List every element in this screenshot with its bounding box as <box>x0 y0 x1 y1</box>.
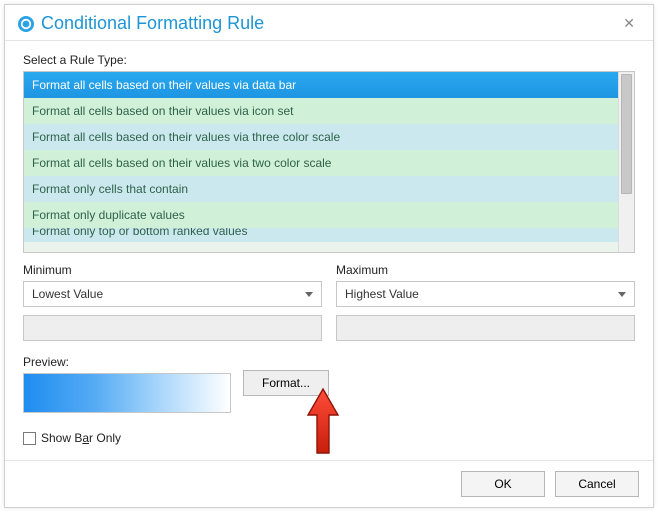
rule-type-label: Select a Rule Type: <box>23 53 635 67</box>
rule-type-item[interactable]: Format all cells based on their values v… <box>24 98 618 124</box>
rule-type-item[interactable]: Format only top or bottom ranked values <box>24 228 618 242</box>
minimum-value-input <box>23 315 322 341</box>
rule-type-item[interactable]: Format all cells based on their values v… <box>24 150 618 176</box>
dialog-footer: OK Cancel <box>5 460 653 507</box>
scroll-thumb[interactable] <box>621 74 632 194</box>
preview-databar <box>23 373 231 413</box>
scrollbar[interactable] <box>618 72 634 252</box>
minimum-label: Minimum <box>23 263 322 277</box>
chevron-down-icon <box>305 292 313 297</box>
rule-type-item[interactable]: Format all cells based on their values v… <box>24 124 618 150</box>
preview-label: Preview: <box>23 355 231 369</box>
preview-row: Preview: Format... <box>23 355 635 413</box>
format-button[interactable]: Format... <box>243 370 329 396</box>
maximum-value-input <box>336 315 635 341</box>
ok-button[interactable]: OK <box>461 471 545 497</box>
show-bar-only-label[interactable]: Show Bar Only <box>41 431 121 445</box>
app-icon <box>17 15 35 33</box>
chevron-down-icon <box>618 292 626 297</box>
min-max-row: Minimum Lowest Value Maximum Highest Val… <box>23 263 635 341</box>
show-bar-only-row: Show Bar Only <box>23 431 635 445</box>
rule-type-list[interactable]: Format all cells based on their values v… <box>24 72 618 252</box>
dialog-title: Conditional Formatting Rule <box>41 13 617 34</box>
minimum-type-value: Lowest Value <box>32 287 305 301</box>
minimum-type-dropdown[interactable]: Lowest Value <box>23 281 322 307</box>
close-icon[interactable]: ✕ <box>617 13 641 34</box>
rule-type-listbox: Format all cells based on their values v… <box>23 71 635 253</box>
rule-type-item[interactable]: Format all cells based on their values v… <box>24 72 618 98</box>
maximum-label: Maximum <box>336 263 635 277</box>
show-bar-only-checkbox[interactable] <box>23 432 36 445</box>
conditional-formatting-dialog: Conditional Formatting Rule ✕ Select a R… <box>4 4 654 508</box>
maximum-type-dropdown[interactable]: Highest Value <box>336 281 635 307</box>
rule-type-item[interactable]: Format only duplicate values <box>24 202 618 228</box>
dialog-body: Select a Rule Type: Format all cells bas… <box>5 41 653 460</box>
cancel-button[interactable]: Cancel <box>555 471 639 497</box>
maximum-type-value: Highest Value <box>345 287 618 301</box>
titlebar: Conditional Formatting Rule ✕ <box>5 5 653 41</box>
rule-type-item[interactable]: Format only cells that contain <box>24 176 618 202</box>
